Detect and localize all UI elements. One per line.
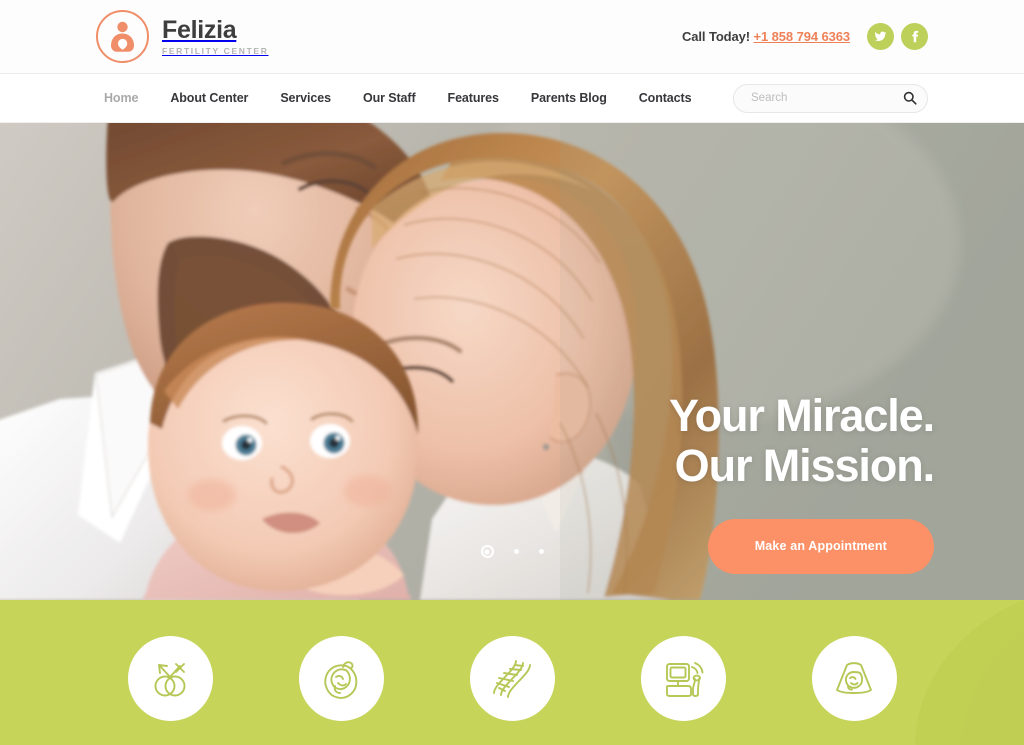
brand-name: Felizia: [162, 15, 237, 44]
top-bar-right: Call Today! +1 858 794 6363: [682, 23, 928, 50]
call-today-label: Call Today!: [682, 29, 751, 44]
nav-item-features[interactable]: Features: [432, 91, 515, 105]
phone-link[interactable]: +1 858 794 6363: [754, 29, 851, 44]
services-strip: [0, 600, 1024, 745]
nav-item-services[interactable]: Services: [264, 91, 347, 105]
nav-links: Home About Center Services Our Staff Fea…: [96, 91, 707, 105]
main-navigation: Home About Center Services Our Staff Fea…: [0, 74, 1024, 123]
social-links: [867, 23, 928, 50]
hero-title-line-2: Our Mission.: [674, 439, 935, 491]
slider-dot-1[interactable]: [480, 545, 494, 558]
fetus-icon[interactable]: [298, 636, 384, 721]
nav-item-about-center[interactable]: About Center: [154, 91, 264, 105]
nav-item-parents-blog[interactable]: Parents Blog: [515, 91, 623, 105]
brand-logo[interactable]: Felizia FERTILITY CENTER: [96, 10, 269, 63]
brand-tagline: FERTILITY CENTER: [162, 45, 269, 56]
slider-pagination: [0, 545, 1024, 558]
service-icon-list: [127, 624, 897, 721]
search-input[interactable]: [733, 83, 928, 113]
facebook-icon[interactable]: [901, 23, 928, 50]
hero-slider: Your Miracle. Our Mission. Make an Appoi…: [0, 123, 1024, 600]
nav-item-home[interactable]: Home: [96, 91, 154, 105]
hero-title-line-1: Your Miracle.: [669, 390, 935, 441]
gender-symbols-icon[interactable]: [127, 636, 213, 721]
ultrasound-scan-icon[interactable]: [811, 636, 897, 721]
slider-dot-2[interactable]: [513, 549, 519, 554]
search-box: [733, 83, 928, 113]
search-icon[interactable]: [903, 91, 917, 105]
top-bar: Felizia FERTILITY CENTER Call Today! +1 …: [0, 0, 1024, 74]
ultrasound-machine-icon[interactable]: [640, 636, 726, 721]
slider-dot-3[interactable]: [538, 549, 544, 554]
twitter-icon[interactable]: [867, 23, 894, 50]
nav-item-contacts[interactable]: Contacts: [623, 91, 708, 105]
mother-and-baby-icon: [96, 10, 149, 63]
nav-item-our-staff[interactable]: Our Staff: [347, 91, 432, 105]
call-today-block: Call Today! +1 858 794 6363: [682, 29, 850, 44]
dna-helix-icon[interactable]: [469, 636, 555, 721]
